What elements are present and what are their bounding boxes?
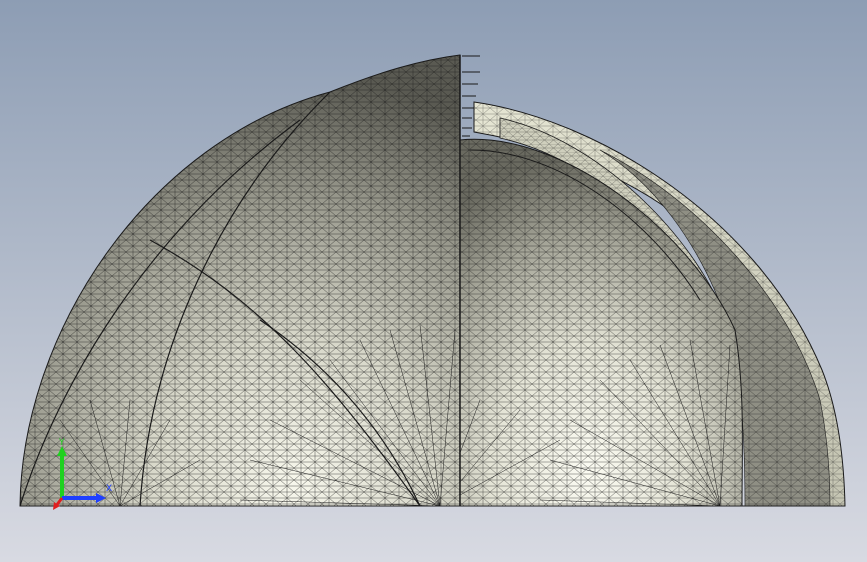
x-axis-arrow: X (62, 484, 112, 503)
y-axis-arrow: Y (57, 438, 67, 498)
x-axis-label: X (106, 484, 112, 494)
coordinate-triad: Y X Z (53, 438, 112, 510)
right-inner-dome-mesh[interactable] (440, 130, 750, 510)
3d-viewport[interactable] (0, 0, 867, 562)
y-axis-label: Y (58, 438, 65, 448)
z-axis-arrow: Z (53, 497, 64, 510)
